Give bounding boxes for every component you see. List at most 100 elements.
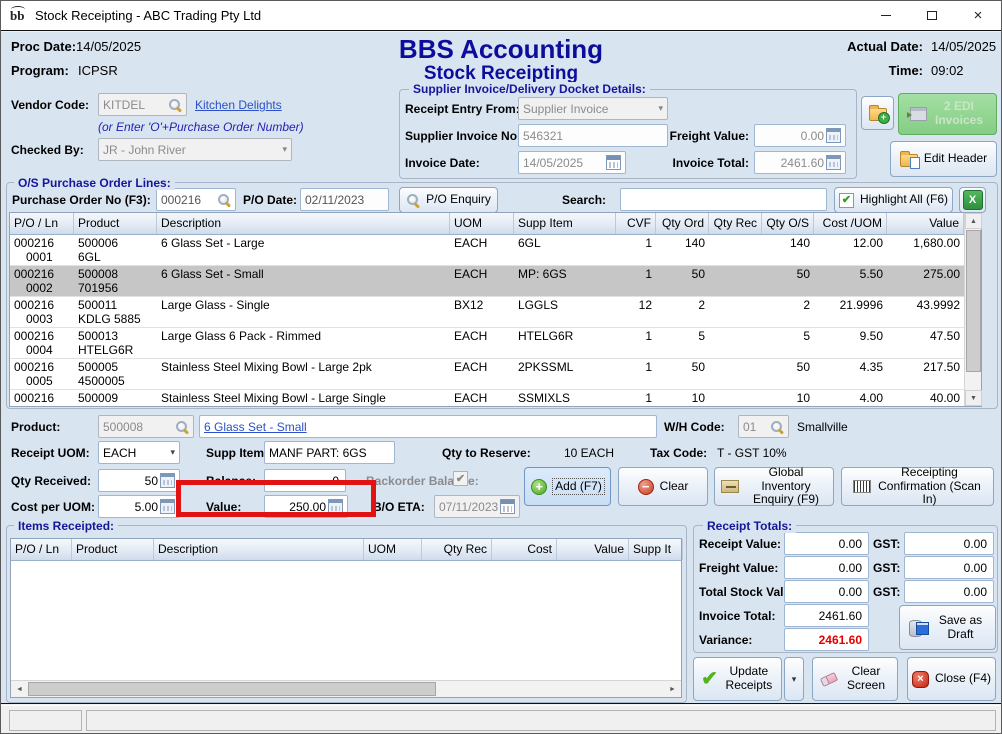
search-input[interactable] [620, 188, 827, 211]
cell-uom: BX12 [450, 297, 514, 327]
calculator-icon[interactable] [160, 473, 175, 488]
gst-input: 0.00 [904, 532, 994, 555]
cell-product: 500008701956 [74, 266, 157, 296]
cell-po_ln: 0002160004 [10, 328, 74, 358]
receipt-value-input: 0.00 [784, 532, 869, 555]
update-receipts-dropdown-button[interactable]: ▾ [784, 657, 804, 701]
supplier-details-legend: Supplier Invoice/Delivery Docket Details… [409, 82, 650, 96]
cell-description: 6 Glass Set - Large [157, 235, 450, 265]
cell-product: 500013HTELG6R [74, 328, 157, 358]
calculator-icon[interactable] [160, 499, 175, 514]
plus-circle-icon: + [531, 479, 547, 495]
chevron-down-icon: ▾ [792, 674, 797, 684]
calculator-icon[interactable] [826, 155, 841, 170]
edi-import-icon [910, 107, 927, 121]
search-icon[interactable] [770, 420, 784, 434]
po-number-input[interactable]: 000216 [156, 188, 236, 211]
freight-value-input[interactable]: 0.00 [754, 124, 846, 147]
value-input[interactable]: 250.00 [264, 495, 348, 518]
scrollbar-thumb[interactable] [966, 230, 981, 372]
checked-by-select[interactable]: JR - John River▾ [98, 138, 292, 161]
po-enquiry-button[interactable]: P/O Enquiry [399, 187, 498, 213]
vendor-code-input[interactable]: KITDEL [98, 93, 187, 116]
gst-input: 0.00 [904, 580, 994, 603]
tax-code-value: T - GST 10% [717, 446, 787, 460]
minimize-button[interactable] [863, 1, 909, 30]
po-line-row[interactable]: 00021600025000087019566 Glass Set - Smal… [10, 266, 964, 297]
product-code-input[interactable]: 500008 [98, 415, 194, 438]
cell-uom: EACH [450, 235, 514, 265]
gst-input: 0.00 [904, 556, 994, 579]
drawer-icon [721, 480, 739, 493]
maximize-button[interactable] [909, 1, 955, 30]
calculator-icon[interactable] [826, 128, 841, 143]
add-button[interactable]: + Add (F7) [524, 467, 611, 506]
horizontal-scrollbar[interactable]: ◄ ► [11, 680, 681, 697]
maximize-icon [927, 11, 937, 20]
product-description-link[interactable]: 6 Glass Set - Small [204, 420, 652, 434]
search-icon[interactable] [175, 420, 189, 434]
vendor-name-link[interactable]: Kitchen Delights [195, 98, 282, 112]
export-excel-button[interactable]: X [959, 187, 986, 213]
variance-label: Variance: [699, 633, 752, 647]
po-date-input[interactable]: 02/11/2023 [300, 188, 389, 211]
cost-per-uom-input[interactable]: 5.00 [98, 495, 180, 518]
cell-cvf: 1 [616, 235, 656, 265]
highlight-all-button[interactable]: ✔ Highlight All (F6) [834, 187, 953, 213]
clear-screen-button[interactable]: Clear Screen [812, 657, 898, 701]
clear-button[interactable]: − Clear [618, 467, 708, 506]
search-icon[interactable] [168, 98, 182, 112]
close-button[interactable]: × Close (F4) [907, 657, 996, 701]
po-line-row[interactable]: 000216500009Stainless Steel Mixing Bowl … [10, 390, 964, 406]
qty-to-reserve-value: 10 EACH [564, 446, 614, 460]
cell-po_ln: 0002160001 [10, 235, 74, 265]
supp-item-label: Supp Item: [206, 446, 268, 460]
po-line-row[interactable]: 0002160003500011KDLG 5885Large Glass - S… [10, 297, 964, 328]
scroll-right-button[interactable]: ► [664, 681, 681, 697]
receipting-confirmation-button[interactable]: Receipting Confirmation (Scan In) [841, 467, 994, 506]
po-line-row[interactable]: 00021600015000066GL6 Glass Set - LargeEA… [10, 235, 964, 266]
cell-description: Large Glass - Single [157, 297, 450, 327]
column-header: Product [72, 539, 154, 560]
wh-code-label: W/H Code: [664, 420, 725, 434]
scrollbar-thumb[interactable] [28, 682, 436, 696]
items-receipted-empty-body [11, 561, 681, 681]
global-inventory-enquiry-button[interactable]: Global Inventory Enquiry (F9) [714, 467, 834, 506]
receipt-entry-from-select[interactable]: Supplier Invoice▾ [518, 97, 668, 120]
cell-supp_item: MP: 6GS [514, 266, 616, 296]
receipt-uom-select[interactable]: EACH▾ [98, 441, 180, 464]
cell-qty_ord: 50 [656, 266, 709, 296]
search-icon[interactable] [217, 193, 231, 207]
column-header: Cost /UOM [814, 213, 887, 234]
invoice-date-input[interactable]: 14/05/2025 [518, 151, 626, 174]
save-as-draft-button[interactable]: Save as Draft [899, 605, 996, 650]
supp-item-input[interactable]: MANF PART: 6GS [264, 441, 395, 464]
items-receipted-legend: Items Receipted: [14, 519, 118, 533]
qty-received-input[interactable]: 50 [98, 469, 180, 492]
attach-document-button[interactable] [861, 96, 894, 130]
status-message-panel [86, 710, 996, 731]
close-window-button[interactable]: × [955, 1, 1001, 30]
po-line-row[interactable]: 0002160004500013HTELG6RLarge Glass 6 Pac… [10, 328, 964, 359]
cell-qty_os: 50 [762, 359, 814, 389]
po-line-row[interactable]: 00021600055000054500005Stainless Steel M… [10, 359, 964, 390]
cell-product: 5000066GL [74, 235, 157, 265]
vertical-scrollbar[interactable]: ▲ ▼ [964, 213, 981, 406]
invoice-total-input[interactable]: 2461.60 [754, 151, 846, 174]
calendar-icon[interactable] [606, 155, 621, 170]
time-label: Time: [829, 63, 923, 78]
supplier-invoice-no-input[interactable]: 546321 [518, 124, 668, 147]
calculator-icon[interactable] [328, 499, 343, 514]
update-receipts-button[interactable]: ✔ Update Receipts [693, 657, 782, 701]
edit-header-button[interactable]: Edit Header [890, 141, 997, 177]
edi-invoices-button[interactable]: 2 EDI Invoices [898, 93, 997, 135]
scroll-up-button[interactable]: ▲ [965, 213, 982, 229]
wh-code-input[interactable]: 01 [738, 415, 789, 438]
cell-cost_uom: 9.50 [814, 328, 887, 358]
scroll-left-button[interactable]: ◄ [11, 681, 28, 697]
column-header: Description [154, 539, 364, 560]
scroll-down-button[interactable]: ▼ [965, 390, 982, 406]
column-header: Supp It [629, 539, 683, 560]
cell-po_ln: 000216 [10, 390, 74, 406]
balance-input[interactable]: 0 [264, 469, 346, 492]
